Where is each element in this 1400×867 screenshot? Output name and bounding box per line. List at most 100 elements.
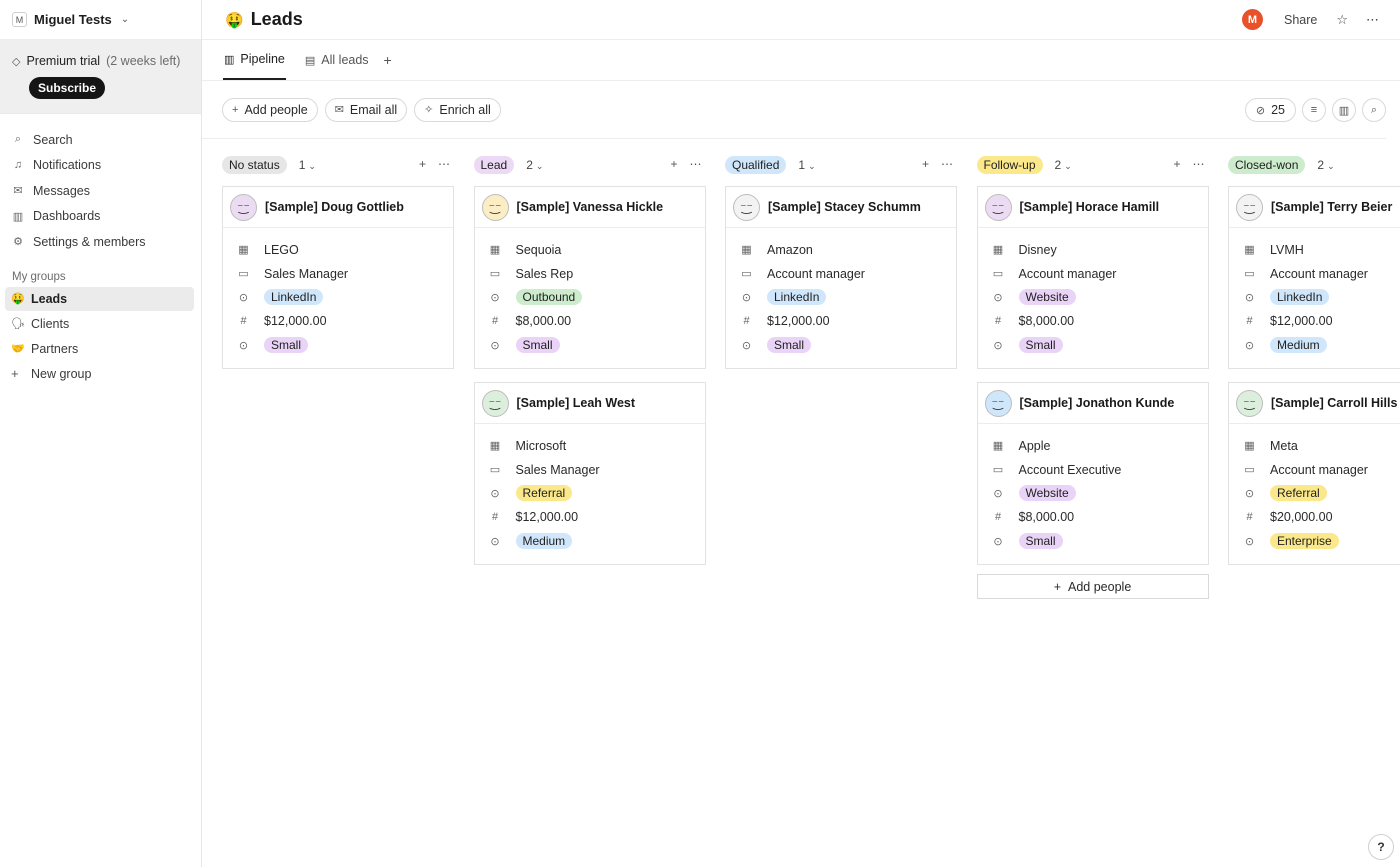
user-avatar[interactable]: M xyxy=(1241,9,1263,30)
sidebar-group-leads[interactable]: 🤑 Leads xyxy=(5,286,194,311)
status-badge[interactable]: Follow-up xyxy=(976,155,1043,174)
board-column: Qualified 1 ⌄ + ⋯ ⁻͜⁻ [Sample] Stacey Schumm ▦ A… xyxy=(725,152,957,369)
column-count[interactable]: 2 ⌄ xyxy=(526,158,543,172)
amount-row: # $8,000.00 xyxy=(475,309,705,333)
filter-icon[interactable]: ≡ xyxy=(1302,98,1326,122)
sidebar-group-partners[interactable]: 🤝 Partners xyxy=(5,337,194,361)
company-value: Sequoia xyxy=(515,242,562,257)
company-row: ▦ Apple xyxy=(978,434,1208,458)
lead-card[interactable]: ⁻͜⁻ [Sample] Jonathon Kunde ▦ Apple ▭ Account… xyxy=(976,382,1209,565)
sidebar-group-clients[interactable]: 🗣 Clients xyxy=(5,312,194,336)
column-count[interactable]: 1 ⌄ xyxy=(798,158,815,172)
plus-icon[interactable]: + xyxy=(670,157,677,171)
plus-icon: + xyxy=(232,103,239,116)
column-count[interactable]: 2 ⌄ xyxy=(1055,158,1072,172)
more-options-icon[interactable]: ⋯ xyxy=(438,157,450,171)
lead-card[interactable]: ⁻͜⁻ [Sample] Vanessa Hickle ▦ Sequoia ▭ Sales… xyxy=(473,186,706,369)
columns-icon[interactable]: ▥ xyxy=(1332,98,1356,122)
more-options-icon[interactable]: ⋯ xyxy=(690,157,702,171)
role-value: Account manager xyxy=(767,266,865,281)
role-value: Sales Manager xyxy=(515,462,600,477)
company-row: ▦ LEGO xyxy=(223,238,453,262)
building-icon: ▦ xyxy=(992,244,1004,257)
subscribe-button[interactable]: Subscribe xyxy=(29,77,106,99)
role-row: ▭ Account manager xyxy=(978,262,1208,286)
sidebar-item-search[interactable]: ⌕ Search xyxy=(0,127,201,153)
hidden-fields-button[interactable]: ⊘ 25 xyxy=(1244,98,1296,122)
sidebar-item-notifications[interactable]: ♫ Notifications xyxy=(0,153,201,179)
size-row: ⊙ Small xyxy=(726,333,956,357)
help-button[interactable]: ? xyxy=(1368,834,1394,860)
bell-icon: ♫ xyxy=(13,159,23,172)
toolbar: + Add people ✉ Email all ✧ Enrich all ⊘ … xyxy=(202,81,1386,139)
lead-name: [Sample] Terry Beier xyxy=(1271,200,1393,214)
plus-icon[interactable]: + xyxy=(922,157,929,171)
status-badge[interactable]: Closed-won xyxy=(1228,155,1306,174)
add-view-button[interactable]: + xyxy=(384,40,392,80)
tab-all-leads[interactable]: ▤ All leads xyxy=(304,40,370,80)
more-options-icon[interactable]: ⋯ xyxy=(1193,157,1205,171)
status-badge[interactable]: Lead xyxy=(473,155,515,174)
email-all-button[interactable]: ✉ Email all xyxy=(324,97,408,122)
sidebar-item-messages[interactable]: ✉ Messages xyxy=(0,178,201,204)
role-value: Account manager xyxy=(1018,266,1117,281)
count-value: 2 xyxy=(1317,157,1325,172)
card-header: ⁻͜⁻ [Sample] Terry Beier xyxy=(1229,187,1400,228)
money-face-icon: 🤑 xyxy=(225,11,244,29)
column-header: Qualified 1 ⌄ + ⋯ xyxy=(725,152,957,177)
building-icon: ▦ xyxy=(992,440,1004,453)
select-icon: ⊙ xyxy=(1244,291,1255,304)
count-value: 2 xyxy=(526,157,533,172)
plus-icon[interactable]: + xyxy=(1173,157,1180,171)
lead-card[interactable]: ⁻͜⁻ [Sample] Terry Beier ▦ LVMH ▭ Account man… xyxy=(1228,186,1400,369)
board-column: Follow-up 2 ⌄ + ⋯ ⁻͜⁻ [Sample] Horace Hamill ▦ D… xyxy=(976,152,1209,599)
lead-card[interactable]: ⁻͜⁻ [Sample] Stacey Schumm ▦ Amazon ▭ Account… xyxy=(725,186,957,369)
page-title: Leads xyxy=(250,9,303,29)
more-options-icon[interactable]: ⋯ xyxy=(941,157,953,171)
tab-pipeline[interactable]: ▥ Pipeline xyxy=(223,40,286,80)
amount-value: $12,000.00 xyxy=(515,510,579,525)
status-badge[interactable]: Qualified xyxy=(725,155,787,174)
groups-title: My groups xyxy=(12,270,66,283)
add-people-button[interactable]: + Add people xyxy=(222,97,318,122)
count-value: 2 xyxy=(1054,157,1062,172)
amount-row: # $12,000.00 xyxy=(1229,309,1400,333)
sidebar-item-settings[interactable]: ⚙ Settings & members xyxy=(0,229,201,255)
select-icon: ⊙ xyxy=(490,535,500,548)
new-group-button[interactable]: + New group xyxy=(5,362,194,386)
company-value: Disney xyxy=(1018,242,1057,257)
source-tag: LinkedIn xyxy=(767,289,827,306)
role-value: Sales Rep xyxy=(515,266,574,281)
column-count[interactable]: 1 ⌄ xyxy=(299,158,316,172)
column-add-people-button[interactable]: + Add people xyxy=(976,574,1209,599)
lead-card[interactable]: ⁻͜⁻ [Sample] Horace Hamill ▦ Disney ▭ Account… xyxy=(976,186,1209,369)
status-badge[interactable]: No status xyxy=(222,155,287,174)
company-row: ▦ Sequoia xyxy=(475,238,705,262)
search-icon[interactable]: ⌕ xyxy=(1362,98,1386,122)
briefcase-icon: ▭ xyxy=(741,268,752,281)
avatar-face-icon: ⁻͜⁻ xyxy=(1236,193,1263,221)
company-value: Meta xyxy=(1270,438,1298,453)
sidebar-item-dashboards[interactable]: ▥ Dashboards xyxy=(0,204,201,230)
lead-name: [Sample] Jonathon Kunde xyxy=(1019,396,1175,410)
lead-card[interactable]: ⁻͜⁻ [Sample] Carroll Hills ▦ Meta ▭ Account m… xyxy=(1228,382,1400,565)
enrich-all-button[interactable]: ✧ Enrich all xyxy=(414,97,501,122)
size-row: ⊙ Small xyxy=(978,333,1208,357)
column-count[interactable]: 2 ⌄ xyxy=(1317,158,1334,172)
new-group-label: New group xyxy=(31,366,92,381)
company-value: Amazon xyxy=(767,242,813,257)
share-button[interactable]: Share xyxy=(1284,13,1317,27)
plus-icon[interactable]: + xyxy=(419,157,426,171)
sidebar-item-label: Messages xyxy=(33,183,90,198)
more-options-icon[interactable]: ⋯ xyxy=(1366,12,1380,28)
building-icon: ▦ xyxy=(741,244,752,257)
gem-icon: ◇ xyxy=(12,55,21,68)
company-row: ▦ Disney xyxy=(978,238,1208,262)
lead-card[interactable]: ⁻͜⁻ [Sample] Leah West ▦ Microsoft ▭ Sales Ma… xyxy=(473,382,706,565)
star-icon[interactable]: ☆ xyxy=(1336,12,1348,28)
briefcase-icon: ▭ xyxy=(1244,464,1255,477)
workspace-switcher[interactable]: M Miguel Tests ⌄ xyxy=(0,0,201,40)
enrich-all-label: Enrich all xyxy=(439,102,491,117)
lead-card[interactable]: ⁻͜⁻ [Sample] Doug Gottlieb ▦ LEGO ▭ Sales Man… xyxy=(222,186,454,369)
role-row: ▭ Account manager xyxy=(1229,262,1400,286)
